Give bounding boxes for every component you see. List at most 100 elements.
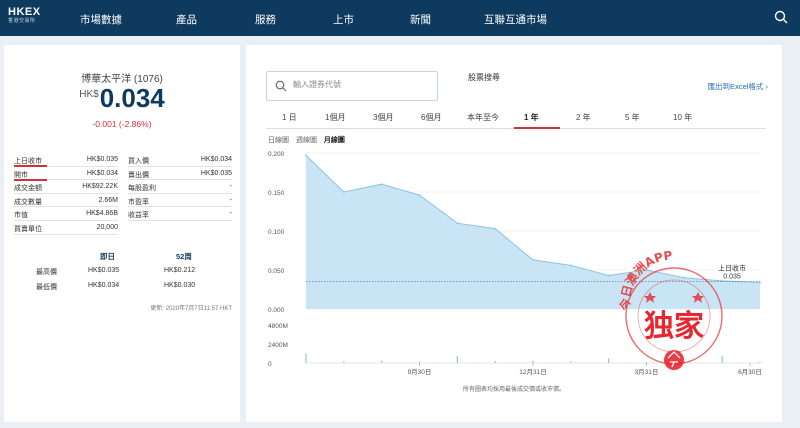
hilo-high-label: 最高價: [36, 269, 57, 276]
search-icon: [275, 80, 287, 92]
chart-panel: 股票搜尋 匯出到Excel格式 › 1 日 1個月 3個月 6個月 本年至今 1…: [246, 45, 782, 422]
quote-value: HK$0.034: [86, 169, 118, 177]
volume-bar: [343, 361, 345, 363]
quote-label: 賣出價: [128, 171, 149, 179]
hilo-52w-high: HK$0.212: [164, 267, 196, 274]
quote-value: -: [229, 210, 232, 218]
nav-item-news[interactable]: 新聞: [410, 12, 431, 27]
quote-value: HK$0.035: [200, 169, 232, 177]
quote-panel: 博華太平洋 (1076) HK$0.034 -0.001 (-2.86%) 上日…: [4, 45, 240, 422]
quote-label: 市盈率: [128, 198, 149, 206]
volume-bar: [721, 355, 723, 363]
quote-row-bid: 買入價 HK$0.034: [128, 153, 232, 167]
tab-daily-chart[interactable]: 日線圖: [268, 137, 289, 144]
security-code-input[interactable]: [293, 80, 433, 89]
nav-item-listing[interactable]: 上市: [333, 12, 354, 27]
price-point: [569, 264, 572, 267]
tab-6m[interactable]: 6個月: [421, 112, 441, 123]
tab-monthly-chart[interactable]: 月線圖: [324, 137, 345, 144]
updated-timestamp: 更新: 2020年7月7日11:57 HKT: [150, 306, 232, 312]
tab-1m[interactable]: 1個月: [325, 112, 345, 123]
volume-bar: [645, 361, 648, 363]
volume-tick-label: 4800M: [268, 323, 288, 330]
tab-1y[interactable]: 1 年: [524, 112, 539, 123]
x-tick-label: 3月31日: [635, 368, 659, 376]
price-point: [418, 194, 421, 197]
x-tick-label: 12月31日: [519, 368, 546, 376]
tab-1d[interactable]: 1 日: [282, 112, 297, 123]
chart-footnote: 所有圖表均採用最後成交價或收市價。: [462, 387, 565, 393]
hilo-low-label: 最低價: [36, 284, 57, 291]
price-row: HK$0.034: [4, 83, 240, 114]
quote-value: -: [229, 196, 232, 204]
tab-2y[interactable]: 2 年: [576, 112, 591, 123]
quote-row-prev-close: 上日收市 HK$0.035: [14, 153, 118, 167]
volume-bar: [532, 360, 534, 363]
stock-search-link[interactable]: 股票搜尋: [468, 72, 500, 83]
period-tabs: 1 日 1個月 3個月 6個月 本年至今 1 年 2 年 5 年 10 年: [266, 105, 766, 129]
volume-tick-label: 0: [268, 361, 272, 368]
quote-row-pe: 市盈率 -: [128, 194, 232, 208]
price-value: 0.034: [99, 83, 165, 113]
volume-bar: [381, 360, 383, 363]
search-box: [266, 71, 438, 101]
nav-item-connect[interactable]: 互聯互通市場: [484, 12, 547, 27]
top-nav: HKEX 香港交易所 市場數據 產品 服務 上市 新聞 互聯互通市場: [0, 0, 800, 36]
price-change: -0.001 (-2.86%): [92, 119, 152, 129]
prev-close-value: 0.035: [723, 274, 741, 281]
logo-text: HKEX: [8, 6, 41, 18]
y-tick-label: 0.150: [268, 190, 285, 197]
volume-tick-label: 2400M: [268, 342, 288, 349]
price-point: [380, 183, 383, 186]
quote-table-right: 買入價 HK$0.034 賣出價 HK$0.035 每股盈利 - 市盈率 - 收…: [128, 153, 232, 221]
nav-item-services[interactable]: 服務: [255, 12, 276, 27]
quote-value: HK$0.035: [86, 156, 118, 163]
price-point: [305, 154, 307, 157]
volume-bar: [608, 358, 610, 363]
y-tick-label: 0.000: [268, 307, 285, 314]
nav-item-market-data[interactable]: 市場數據: [80, 12, 122, 27]
quote-value: HK$0.034: [200, 156, 232, 163]
quote-table-left: 上日收市 HK$0.035 開市 HK$0.034 成交金額 HK$92.22K…: [14, 153, 118, 235]
quote-label: 市值: [14, 212, 28, 220]
chart-type-tabs: 日線圖 週線圖 月線圖: [268, 135, 350, 145]
volume-bar: [418, 361, 421, 363]
price-point: [494, 227, 497, 230]
price-chart[interactable]: 0.200 0.150 0.100 0.050 0.000 上日收市0.035 4800M 2…: [246, 145, 782, 377]
quote-row-volume: 成交數量 2.66M: [14, 194, 118, 208]
price-area: [306, 155, 760, 309]
quote-row-ask: 賣出價 HK$0.035: [128, 167, 232, 181]
volume-bar: [683, 361, 685, 363]
quote-row-lot-size: 買賣單位 20,000: [14, 221, 118, 235]
volume-bar: [494, 361, 496, 363]
chevron-right-icon: ›: [765, 82, 769, 91]
prev-close-label: 上日收市: [718, 264, 746, 273]
hkex-logo[interactable]: HKEX 香港交易所: [8, 7, 41, 25]
price-point: [607, 274, 610, 277]
quote-row-market-cap: 市值 HK$4.86B: [14, 207, 118, 221]
quote-label: 每股盈利: [128, 185, 156, 193]
tab-ytd[interactable]: 本年至今: [467, 112, 499, 123]
tab-10y[interactable]: 10 年: [673, 112, 692, 123]
quote-row-eps: 每股盈利 -: [128, 180, 232, 194]
quote-value: HK$4.86B: [86, 210, 118, 218]
quote-label: 成交金額: [14, 185, 42, 193]
volume-bar: [456, 355, 458, 363]
price-point: [532, 258, 534, 261]
tab-weekly-chart[interactable]: 週線圖: [296, 137, 317, 144]
volume-bar: [305, 353, 307, 363]
tab-3m[interactable]: 3個月: [373, 112, 393, 123]
nav-item-products[interactable]: 產品: [176, 12, 197, 27]
quote-row-yield: 收益率 -: [128, 207, 232, 221]
export-label: 匯出到Excel格式: [707, 82, 764, 91]
hilo-today-low: HK$0.034: [88, 282, 120, 289]
tab-5y[interactable]: 5 年: [625, 112, 640, 123]
search-icon[interactable]: [774, 10, 788, 24]
y-tick-label: 0.050: [268, 268, 285, 275]
export-excel-link[interactable]: 匯出到Excel格式 ›: [708, 81, 768, 92]
quote-row-open: 開市 HK$0.034: [14, 167, 118, 181]
quote-value: HK$92.22K: [82, 183, 118, 191]
quote-label: 買賣單位: [14, 225, 42, 233]
y-tick-label: 0.200: [268, 151, 285, 158]
hilo-52w-low: HK$0.030: [164, 282, 196, 289]
